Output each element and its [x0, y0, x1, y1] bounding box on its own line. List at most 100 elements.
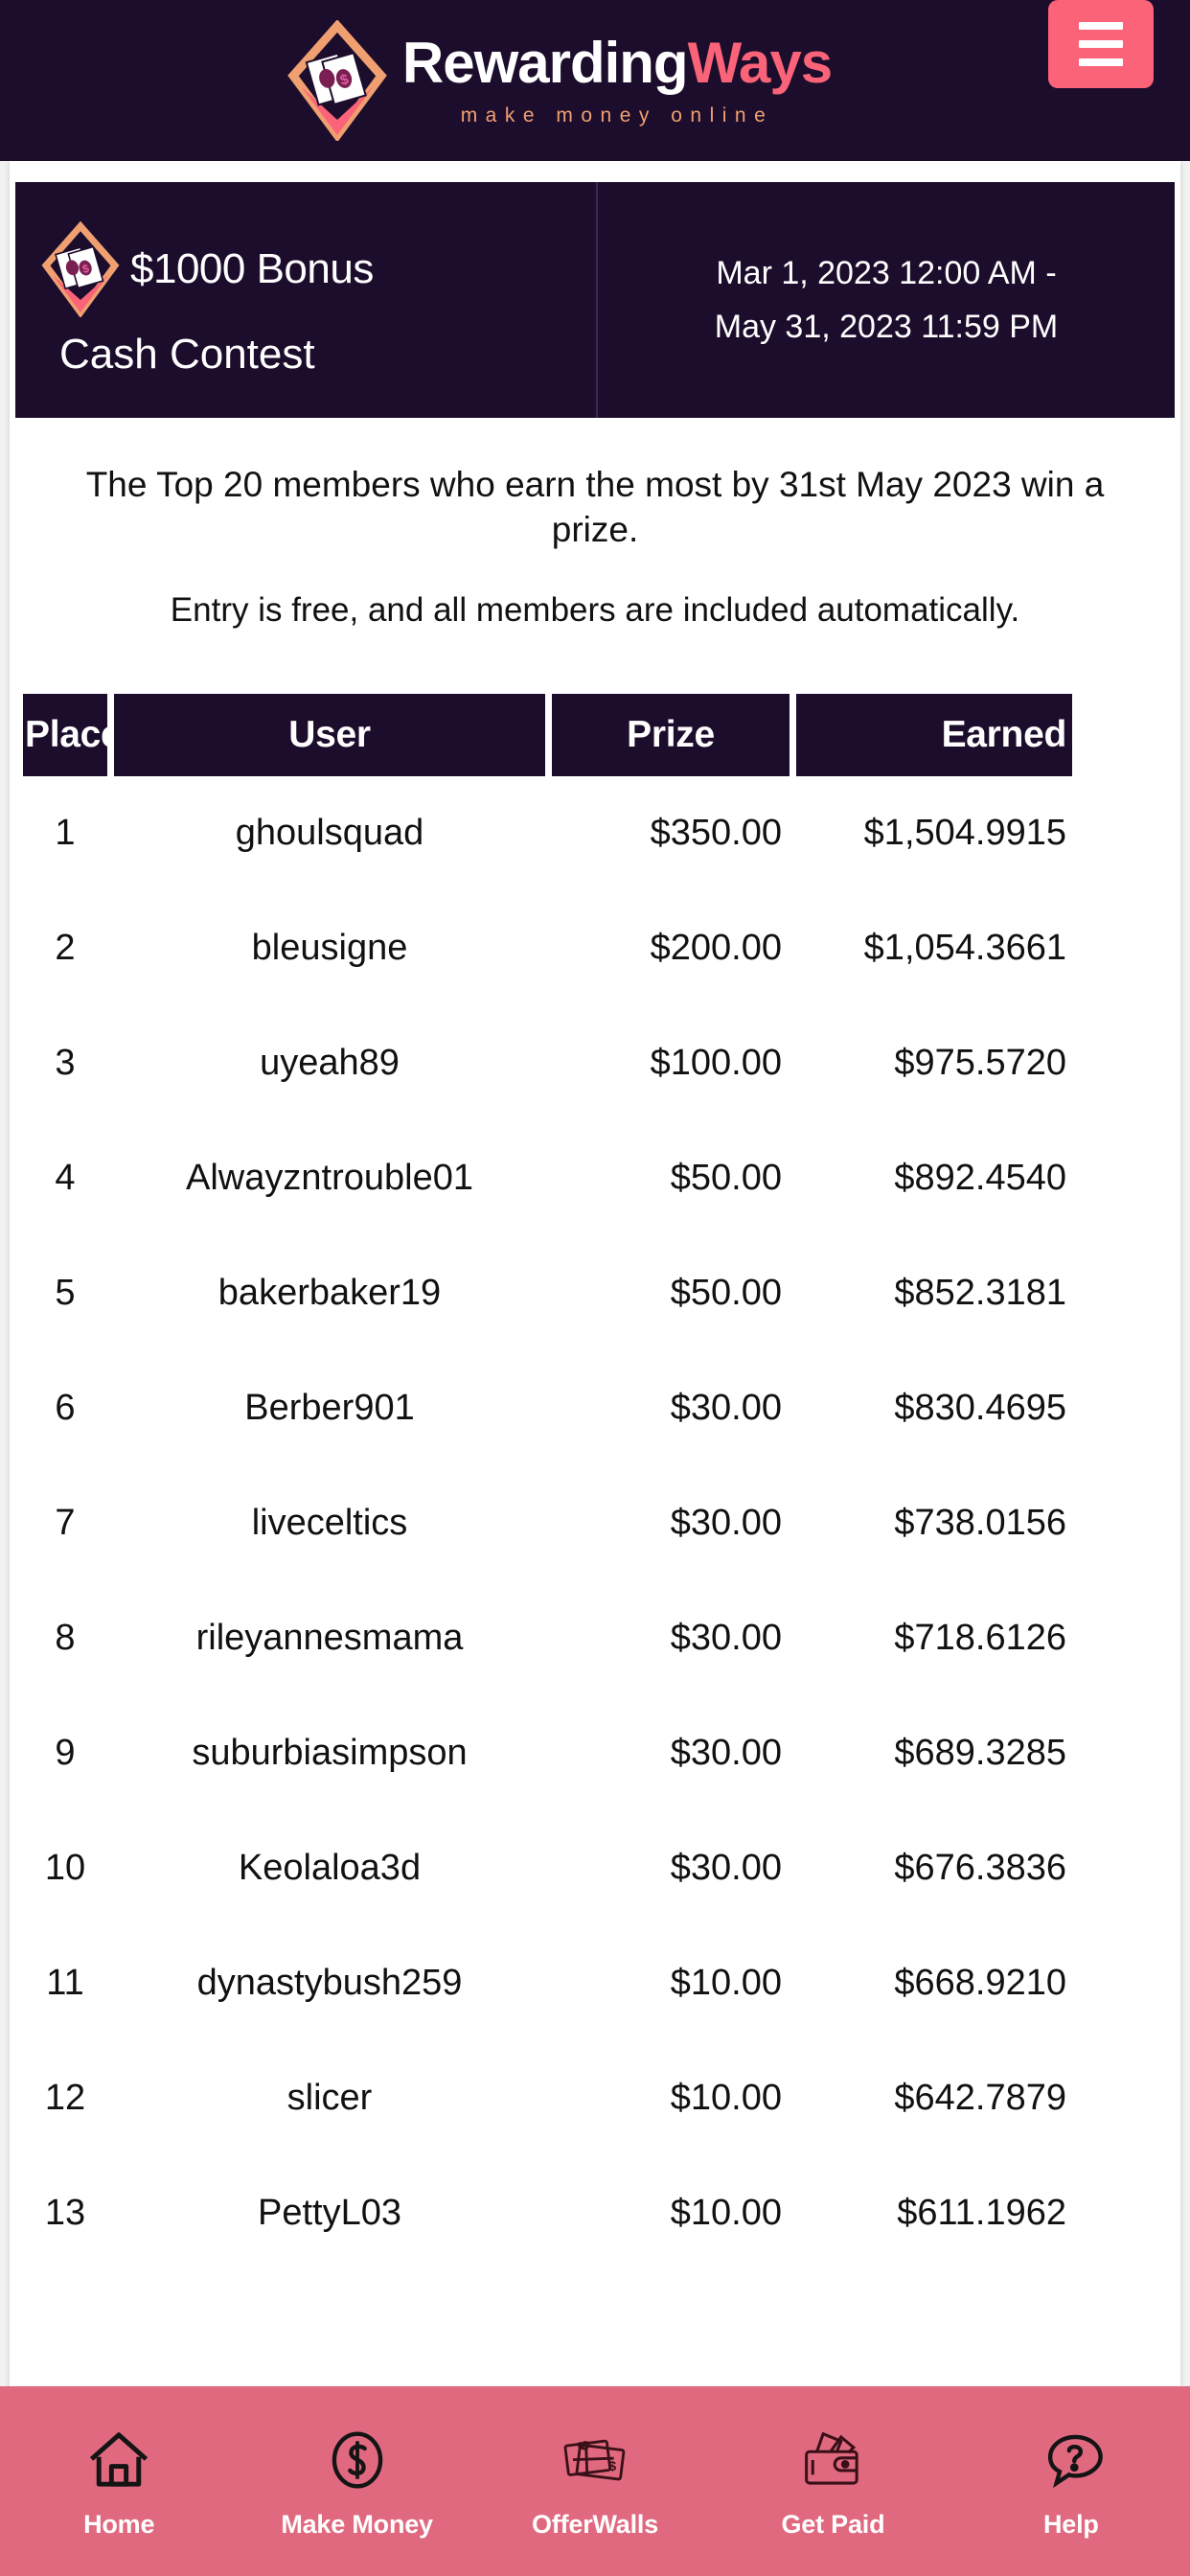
table-row[interactable]: 4 Alwayzntrouble01 $50.00 $892.4540 — [23, 1121, 1167, 1236]
nav-item-offerwalls[interactable]: $ OfferWalls — [476, 2386, 714, 2576]
dollar-circle-icon — [321, 2424, 394, 2496]
leaderboard-table: Place User Prize Earned 1 ghoulsquad $350.… — [23, 693, 1167, 2271]
cell-earned: $611.1962 — [897, 2193, 1066, 2234]
cell-prize: $10.00 — [670, 2193, 782, 2234]
cell-place: 12 — [44, 2078, 86, 2119]
cell-user: Alwayzntrouble01 — [186, 1158, 473, 1199]
brand-word-1: Rewarding — [401, 30, 689, 95]
cell-place: 9 — [55, 1733, 76, 1774]
cell-user: dynastybush259 — [196, 1963, 463, 2004]
cell-user: bakerbaker19 — [217, 1273, 442, 1314]
table-row[interactable]: 8 rileyannesmama $30.00 $718.6126 — [23, 1581, 1167, 1696]
column-header-user: User — [114, 693, 545, 776]
cell-user: ghoulsquad — [235, 813, 424, 854]
column-header-place: Place — [23, 693, 122, 776]
cell-user: PettyL03 — [258, 2193, 401, 2234]
cell-earned: $975.5720 — [894, 1043, 1066, 1084]
cell-place: 10 — [44, 1848, 86, 1889]
nav-item-get-paid[interactable]: Get Paid — [714, 2386, 951, 2576]
nav-item-home[interactable]: Home — [0, 2386, 238, 2576]
cell-prize: $350.00 — [650, 813, 782, 854]
cell-user: suburbiasimpson — [192, 1733, 468, 1774]
contest-description: The Top 20 members who earn the most by … — [10, 418, 1180, 638]
cell-prize: $50.00 — [670, 1158, 782, 1199]
table-row[interactable]: 9 suburbiasimpson $30.00 $689.3285 — [23, 1696, 1167, 1811]
cell-earned: $852.3181 — [894, 1273, 1066, 1314]
house-icon — [82, 2424, 155, 2496]
cell-earned: $689.3285 — [894, 1733, 1066, 1774]
cell-place: 4 — [55, 1158, 76, 1199]
cell-prize: $30.00 — [670, 1618, 782, 1659]
table-row[interactable]: 2 bleusigne $200.00 $1,054.3661 — [23, 891, 1167, 1006]
cell-place: 6 — [55, 1388, 76, 1429]
contest-title: $1000 Bonus — [130, 245, 374, 292]
brand-logo-group[interactable]: $ RewardingWays make money online — [286, 19, 834, 143]
contest-subtitle: Cash Contest — [59, 331, 315, 378]
cell-place: 3 — [55, 1043, 76, 1084]
cell-earned: $1,504.9915 — [863, 813, 1066, 854]
menu-bar-1 — [1079, 22, 1123, 30]
table-row[interactable]: 13 PettyL03 $10.00 $611.1962 — [23, 2156, 1167, 2271]
brand-tagline: make money online — [460, 104, 774, 126]
nav-item-make-money[interactable]: Make Money — [238, 2386, 475, 2576]
cell-place: 5 — [55, 1273, 76, 1314]
cell-prize: $100.00 — [650, 1043, 782, 1084]
cell-earned: $1,054.3661 — [863, 928, 1066, 969]
cell-prize: $200.00 — [650, 928, 782, 969]
table-row[interactable]: 6 Berber901 $30.00 $830.4695 — [23, 1351, 1167, 1466]
column-header-prize: Prize — [552, 693, 790, 776]
cell-place: 2 — [55, 928, 76, 969]
diamond-cash-logo-icon: $ — [286, 19, 389, 143]
table-row[interactable]: 3 uyeah89 $100.00 $975.5720 — [23, 1006, 1167, 1121]
menu-bar-3 — [1079, 58, 1123, 66]
cell-user: rileyannesmama — [195, 1618, 464, 1659]
cell-earned: $718.6126 — [894, 1618, 1066, 1659]
cell-earned: $668.9210 — [894, 1963, 1066, 2004]
cell-user: Keolaloa3d — [238, 1848, 422, 1889]
table-body: 1 ghoulsquad $350.00 $1,504.9915 2 bleusigne $… — [23, 776, 1167, 2271]
table-row[interactable]: 7 liveceltics $30.00 $738.0156 — [23, 1466, 1167, 1581]
hamburger-menu-icon[interactable] — [1048, 0, 1154, 88]
nav-item-label: Make Money — [281, 2509, 433, 2539]
cell-earned: $892.4540 — [894, 1158, 1066, 1199]
cell-earned: $676.3836 — [894, 1848, 1066, 1889]
diamond-cash-logo-icon: $ — [40, 220, 121, 318]
contest-banner-date-block: Mar 1, 2023 12:00 AM - May 31, 2023 11:5… — [598, 182, 1175, 418]
cell-earned: $830.4695 — [894, 1388, 1066, 1429]
contest-date-line-2: May 31, 2023 11:59 PM — [714, 309, 1059, 345]
cell-prize: $30.00 — [670, 1388, 782, 1429]
nav-item-label: Get Paid — [781, 2509, 885, 2539]
nav-item-help[interactable]: Help — [952, 2386, 1190, 2576]
contest-description-line-1: The Top 20 members who earn the most by … — [85, 465, 1105, 550]
brand-wordmark: RewardingWays — [401, 30, 834, 95]
cell-prize: $10.00 — [670, 2078, 782, 2119]
table-header-row: Place User Prize Earned — [23, 693, 1167, 776]
menu-bar-2 — [1079, 40, 1123, 48]
cell-earned: $642.7879 — [894, 2078, 1066, 2119]
cell-user: slicer — [286, 2078, 373, 2119]
contest-date-line-1: Mar 1, 2023 12:00 AM - — [716, 254, 1057, 291]
cell-place: 11 — [46, 1963, 84, 2004]
cell-prize: $10.00 — [670, 1963, 782, 2004]
contest-description-line-2: Entry is free, and all members are inclu… — [170, 590, 1020, 629]
app-root: $ RewardingWays make money online $ $100… — [0, 0, 1190, 2576]
cell-user: bleusigne — [251, 928, 408, 969]
table-row[interactable]: 1 ghoulsquad $350.00 $1,504.9915 — [23, 776, 1167, 891]
table-row[interactable]: 10 Keolaloa3d $30.00 $676.3836 — [23, 1811, 1167, 1926]
question-chat-icon — [1035, 2424, 1108, 2496]
contest-banner: $ $1000 Bonus Cash Contest Mar 1, 2023 1… — [15, 182, 1175, 418]
cell-prize: $50.00 — [670, 1273, 782, 1314]
column-header-earned: Earned — [796, 693, 1072, 776]
table-row[interactable]: 5 bakerbaker19 $50.00 $852.3181 — [23, 1236, 1167, 1351]
contest-title-row: $ $1000 Bonus — [40, 220, 571, 318]
wallet-cash-icon — [796, 2424, 869, 2496]
nav-item-label: Help — [1042, 2509, 1099, 2539]
cell-earned: $738.0156 — [894, 1503, 1066, 1544]
cell-place: 7 — [55, 1503, 76, 1544]
table-row[interactable]: 12 slicer $10.00 $642.7879 — [23, 2041, 1167, 2156]
cell-place: 13 — [44, 2193, 86, 2234]
cell-place: 1 — [55, 813, 76, 854]
brand-word-2: Ways — [687, 30, 834, 95]
table-row[interactable]: 11 dynastybush259 $10.00 $668.9210 — [23, 1926, 1167, 2041]
svg-text:$: $ — [608, 2458, 616, 2473]
